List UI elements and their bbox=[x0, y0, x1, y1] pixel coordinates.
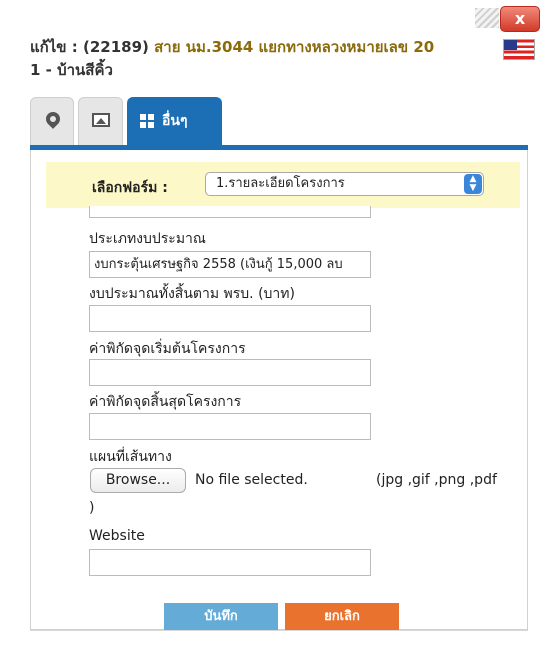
title-code: (22189) bbox=[83, 38, 149, 56]
grid-icon bbox=[140, 114, 154, 128]
panel-bottom-divider bbox=[30, 630, 528, 631]
dialog-title: แก้ไข : (22189) สาย นม.3044 แยกทางหลวงหม… bbox=[30, 36, 500, 82]
website-label: Website bbox=[89, 528, 145, 544]
picture-icon bbox=[92, 113, 110, 127]
form-select-label: เลือกฟอร์ม : bbox=[92, 180, 168, 196]
budget-total-label: งบประมาณทั้งสิ้นตาม พรบ. (บาท) bbox=[89, 286, 295, 302]
resize-icon[interactable] bbox=[475, 8, 499, 28]
us-flag-icon[interactable] bbox=[503, 39, 535, 60]
form-select[interactable]: 1.รายละเอียดโครงการ ▲ ▼ bbox=[205, 172, 484, 196]
tab-location[interactable] bbox=[30, 97, 74, 145]
tab-other[interactable]: อื่นๆ bbox=[127, 97, 222, 145]
title-road: สาย นม.3044 แยกทางหลวงหมายเลข 20 bbox=[154, 38, 435, 56]
end-coord-input[interactable] bbox=[89, 413, 371, 440]
close-button[interactable]: x bbox=[500, 6, 540, 32]
select-arrows-icon: ▲ ▼ bbox=[464, 174, 482, 194]
start-coord-input[interactable] bbox=[89, 359, 371, 386]
form-select-value: 1.รายละเอียดโครงการ bbox=[216, 176, 345, 191]
title-line2: 1 - บ้านสีคิ้ว bbox=[30, 61, 113, 79]
budget-total-input[interactable] bbox=[89, 305, 371, 332]
budget-type-input[interactable]: งบกระตุ้นเศรษฐกิจ 2558 (เงินกู้ 15,000 ล… bbox=[89, 251, 371, 278]
map-pin-icon bbox=[43, 109, 63, 129]
no-file-text: No file selected. bbox=[195, 472, 308, 488]
scrolled-input[interactable] bbox=[89, 206, 371, 218]
browse-button[interactable]: Browse... bbox=[90, 468, 186, 493]
save-button[interactable]: บันทึก bbox=[164, 603, 278, 630]
tab-images[interactable] bbox=[78, 97, 123, 145]
website-input[interactable] bbox=[89, 549, 371, 576]
end-coord-label: ค่าพิกัดจุดสิ้นสุดโครงการ bbox=[89, 394, 242, 410]
title-prefix: แก้ไข : bbox=[30, 38, 83, 56]
cancel-button[interactable]: ยกเลิก bbox=[285, 603, 399, 630]
file-type-hint: (jpg ,gif ,png ,pdf bbox=[376, 472, 497, 488]
file-type-hint-end: ) bbox=[89, 500, 95, 516]
budget-type-label: ประเภทงบประมาณ bbox=[89, 231, 206, 247]
start-coord-label: ค่าพิกัดจุดเริ่มต้นโครงการ bbox=[89, 341, 246, 357]
route-map-label: แผนที่เส้นทาง bbox=[89, 449, 172, 465]
tab-other-label: อื่นๆ bbox=[162, 113, 188, 129]
